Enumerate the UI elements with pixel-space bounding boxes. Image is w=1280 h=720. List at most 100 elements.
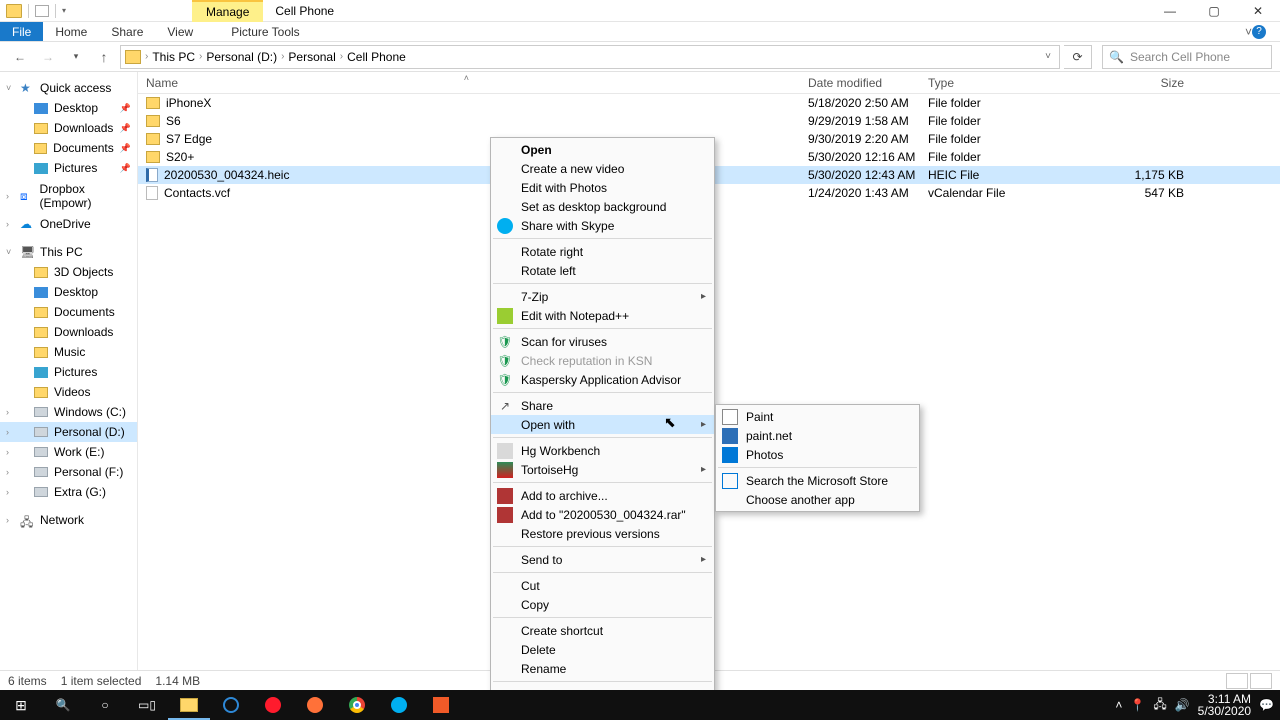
tab-view[interactable]: View: [155, 22, 205, 41]
taskbar-firefox[interactable]: [294, 690, 336, 720]
column-date[interactable]: Date modified: [800, 76, 920, 90]
menu-rotate-right[interactable]: Rotate right: [491, 242, 714, 261]
menu-restore[interactable]: Restore previous versions: [491, 524, 714, 543]
tray-volume-icon[interactable]: 🔊: [1175, 698, 1190, 712]
search-button[interactable]: 🔍: [42, 690, 84, 720]
menu-share-skype[interactable]: Share with Skype: [491, 216, 714, 235]
nav-videos[interactable]: Videos: [0, 382, 137, 402]
nav-desktop2[interactable]: Desktop: [0, 282, 137, 302]
nav-this-pc[interactable]: ˅🖥This PC: [0, 242, 137, 262]
maximize-button[interactable]: ▢: [1192, 0, 1236, 22]
minimize-button[interactable]: —: [1148, 0, 1192, 22]
nav-desktop[interactable]: Desktop📌: [0, 98, 137, 118]
ribbon-expand[interactable]: ˅ ?: [1237, 22, 1280, 41]
breadcrumb-segment[interactable]: This PC: [150, 50, 197, 64]
menu-add-archive[interactable]: Add to archive...: [491, 486, 714, 505]
menu-scan-virus[interactable]: 🛡Scan for viruses: [491, 332, 714, 351]
nav-network[interactable]: ›🖧Network: [0, 510, 137, 530]
menu-kaspersky[interactable]: 🛡Kaspersky Application Advisor: [491, 370, 714, 389]
nav-pictures2[interactable]: Pictures: [0, 362, 137, 382]
tab-home[interactable]: Home: [43, 22, 99, 41]
menu-rename[interactable]: Rename: [491, 659, 714, 678]
menu-copy[interactable]: Copy: [491, 595, 714, 614]
nav-downloads2[interactable]: Downloads: [0, 322, 137, 342]
qat-dropdown[interactable]: ▾: [62, 6, 66, 15]
start-button[interactable]: ⊞: [0, 690, 42, 720]
nav-personal-d[interactable]: ›Personal (D:): [0, 422, 137, 442]
recent-dropdown[interactable]: ▾: [64, 46, 88, 68]
breadcrumb-segment[interactable]: Personal (D:): [204, 50, 279, 64]
tray-notifications[interactable]: 💬: [1259, 698, 1274, 712]
chevron-right-icon[interactable]: ›: [145, 51, 148, 62]
breadcrumb[interactable]: › This PC › Personal (D:) › Personal › C…: [120, 45, 1060, 69]
forward-button[interactable]: →: [36, 46, 60, 68]
menu-delete[interactable]: Delete: [491, 640, 714, 659]
breadcrumb-segment[interactable]: Personal: [286, 50, 337, 64]
menu-cut[interactable]: Cut: [491, 576, 714, 595]
menu-edit-photos[interactable]: Edit with Photos: [491, 178, 714, 197]
tray-location-icon[interactable]: 📍: [1130, 698, 1145, 712]
menu-set-background[interactable]: Set as desktop background: [491, 197, 714, 216]
taskbar-explorer[interactable]: [168, 690, 210, 720]
search-input[interactable]: 🔍 Search Cell Phone: [1102, 45, 1272, 69]
back-button[interactable]: ←: [8, 46, 32, 68]
submenu-photos[interactable]: Photos: [716, 445, 919, 464]
chevron-right-icon[interactable]: ›: [281, 51, 284, 62]
menu-add-rar[interactable]: Add to "20200530_004324.rar": [491, 505, 714, 524]
submenu-store[interactable]: Search the Microsoft Store: [716, 471, 919, 490]
menu-share[interactable]: ↗Share: [491, 396, 714, 415]
nav-extra-g[interactable]: ›Extra (G:): [0, 482, 137, 502]
menu-rotate-left[interactable]: Rotate left: [491, 261, 714, 280]
tab-picture-tools[interactable]: Picture Tools: [219, 22, 311, 41]
nav-3d-objects[interactable]: 3D Objects: [0, 262, 137, 282]
tab-share[interactable]: Share: [99, 22, 155, 41]
tray-clock[interactable]: 3:11 AM5/30/2020: [1198, 693, 1251, 717]
menu-send-to[interactable]: Send to▸: [491, 550, 714, 569]
menu-7zip[interactable]: 7-Zip▸: [491, 287, 714, 306]
nav-work-e[interactable]: ›Work (E:): [0, 442, 137, 462]
properties-icon[interactable]: [35, 5, 49, 17]
nav-documents[interactable]: Documents📌: [0, 138, 137, 158]
submenu-paint[interactable]: Paint: [716, 407, 919, 426]
nav-personal-f[interactable]: ›Personal (F:): [0, 462, 137, 482]
menu-new-video[interactable]: Create a new video: [491, 159, 714, 178]
cortana-button[interactable]: ○: [84, 690, 126, 720]
taskbar-chrome[interactable]: [336, 690, 378, 720]
menu-hg-workbench[interactable]: Hg Workbench: [491, 441, 714, 460]
close-button[interactable]: ✕: [1236, 0, 1280, 22]
up-button[interactable]: ↑: [92, 46, 116, 68]
column-type[interactable]: Type: [920, 76, 1100, 90]
column-size[interactable]: Size: [1100, 76, 1192, 90]
chevron-right-icon[interactable]: ›: [340, 51, 343, 62]
menu-open-with[interactable]: Open with▸: [491, 415, 714, 434]
taskbar-skype[interactable]: [378, 690, 420, 720]
nav-music[interactable]: Music: [0, 342, 137, 362]
tray-network-icon[interactable]: 🖧: [1153, 695, 1166, 716]
task-view-button[interactable]: ▭▯: [126, 690, 168, 720]
menu-open[interactable]: Open: [491, 140, 714, 159]
details-view-button[interactable]: [1226, 673, 1248, 689]
taskbar-edge[interactable]: [210, 690, 252, 720]
tray-chevron[interactable]: ˄: [1115, 698, 1122, 712]
nav-quick-access[interactable]: ˅★Quick access: [0, 78, 137, 98]
submenu-choose[interactable]: Choose another app: [716, 490, 919, 509]
help-icon[interactable]: ?: [1252, 25, 1266, 39]
nav-documents2[interactable]: Documents: [0, 302, 137, 322]
nav-downloads[interactable]: Downloads📌: [0, 118, 137, 138]
submenu-paintnet[interactable]: paint.net: [716, 426, 919, 445]
breadcrumb-segment[interactable]: Cell Phone: [345, 50, 408, 64]
nav-onedrive[interactable]: ›☁OneDrive: [0, 214, 137, 234]
address-dropdown[interactable]: ˅: [1045, 51, 1055, 62]
column-name[interactable]: Name˄: [138, 76, 800, 90]
tab-file[interactable]: File: [0, 22, 43, 41]
nav-dropbox[interactable]: ›⧈Dropbox (Empowr): [0, 186, 137, 206]
menu-edit-npp[interactable]: Edit with Notepad++: [491, 306, 714, 325]
chevron-right-icon[interactable]: ›: [199, 51, 202, 62]
nav-pictures[interactable]: Pictures📌: [0, 158, 137, 178]
taskbar-snagit[interactable]: [420, 690, 462, 720]
file-row[interactable]: S69/29/2019 1:58 AMFile folder: [138, 112, 1280, 130]
taskbar-opera[interactable]: [252, 690, 294, 720]
nav-windows-c[interactable]: ›Windows (C:): [0, 402, 137, 422]
refresh-button[interactable]: ⟳: [1064, 45, 1092, 69]
contextual-tab-header[interactable]: Manage: [192, 0, 263, 22]
